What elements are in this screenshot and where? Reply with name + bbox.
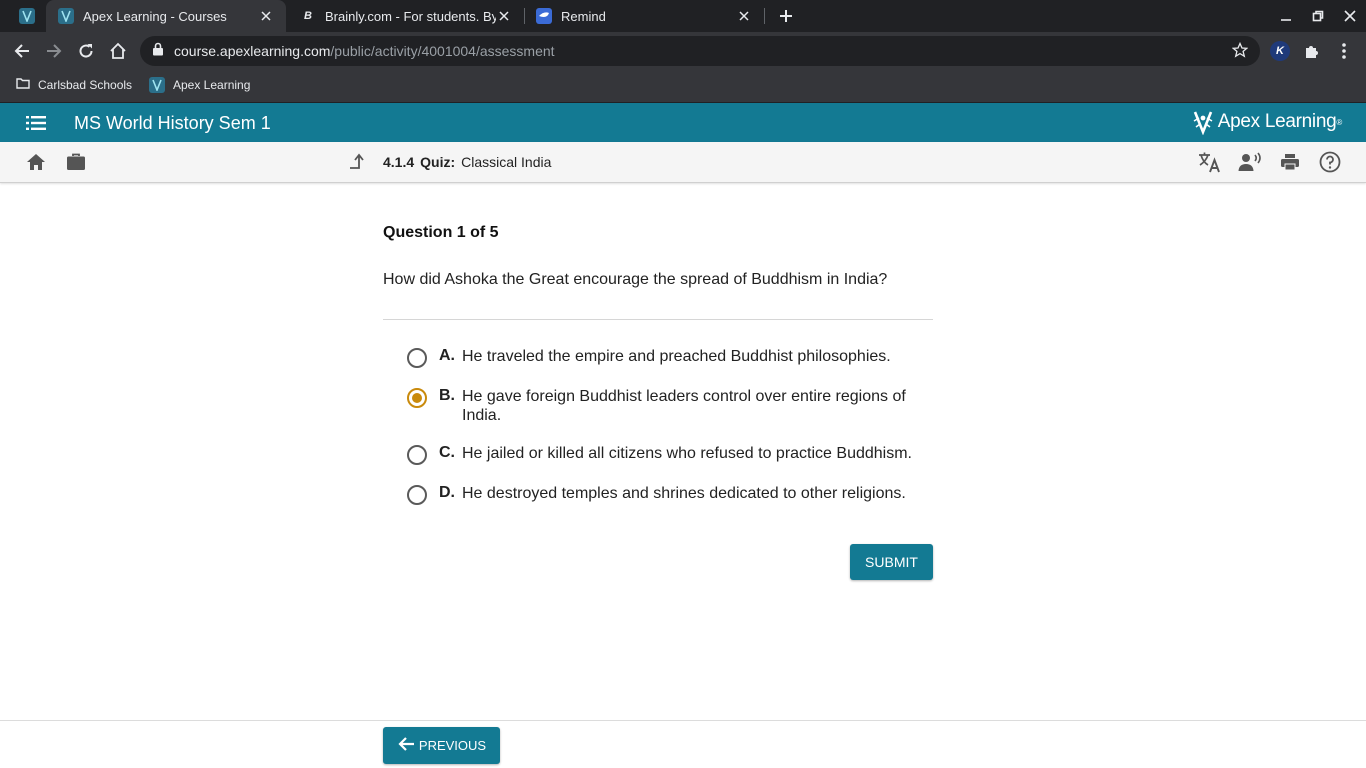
close-tab-icon[interactable] — [736, 8, 752, 24]
new-tab-button[interactable] — [774, 4, 798, 28]
logo-text: Apex Learning — [1217, 111, 1337, 132]
forward-button[interactable] — [38, 35, 70, 67]
restore-button[interactable] — [1302, 0, 1334, 32]
arrow-left-icon — [397, 736, 415, 755]
question-divider — [383, 319, 933, 320]
radio-button-selected[interactable] — [407, 388, 427, 408]
browser-toolbar: course.apexlearning.com/public/activity/… — [0, 32, 1366, 70]
apex-favicon-icon — [58, 8, 74, 24]
brainly-favicon-icon: B — [304, 10, 312, 22]
question-text: How did Ashoka the Great encourage the s… — [383, 271, 888, 288]
text-to-speech-icon[interactable] — [1238, 150, 1262, 174]
reload-button[interactable] — [70, 35, 102, 67]
bookmark-star-icon[interactable] — [1231, 41, 1249, 63]
apex-favicon-icon — [149, 77, 165, 93]
tab-brainly[interactable]: B Brainly.com - For students. By student… — [288, 0, 524, 32]
previous-button[interactable]: PREVIOUS — [383, 727, 500, 764]
apex-learning-logo: Apex Learning ® — [1192, 109, 1342, 135]
course-header: MS World History Sem 1 Apex Learning ® — [0, 103, 1366, 142]
choice-letter: D. — [439, 484, 455, 501]
translate-icon[interactable] — [1198, 150, 1222, 174]
bookmark-apex-learning[interactable]: Apex Learning — [149, 77, 250, 93]
pinned-tab[interactable] — [8, 0, 46, 32]
browser-tab-strip: Apex Learning - Courses B Brainly.com - … — [0, 0, 1366, 32]
choice-text: He destroyed temples and shrines dedicat… — [462, 485, 906, 502]
activity-type: Quiz: — [420, 154, 456, 170]
bookmarks-bar: Carlsbad Schools Apex Learning — [0, 70, 1366, 103]
close-window-button[interactable] — [1334, 0, 1366, 32]
radio-button[interactable] — [407, 485, 427, 505]
lock-icon — [152, 42, 164, 61]
choice-letter: A. — [439, 347, 455, 364]
back-button[interactable] — [6, 35, 38, 67]
address-bar[interactable]: course.apexlearning.com/public/activity/… — [140, 36, 1260, 66]
logo-registered-mark: ® — [1336, 117, 1342, 127]
help-icon[interactable] — [1318, 150, 1342, 174]
remind-favicon-icon — [536, 8, 552, 24]
extensions-puzzle-icon[interactable] — [1296, 35, 1328, 67]
quiz-footer: PREVIOUS — [0, 720, 1366, 768]
apex-favicon-icon — [19, 8, 35, 24]
answer-choice-c[interactable]: C. He jailed or killed all citizens who … — [407, 444, 927, 465]
previous-label: PREVIOUS — [418, 738, 487, 753]
tab-title: Remind — [561, 8, 606, 24]
home-icon[interactable] — [24, 150, 48, 174]
answer-choice-b[interactable]: B. He gave foreign Buddhist leaders cont… — [407, 387, 927, 425]
submit-button[interactable]: SUBMIT — [850, 544, 933, 580]
radio-button[interactable] — [407, 348, 427, 368]
home-button[interactable] — [102, 35, 134, 67]
up-arrow-icon[interactable] — [346, 150, 370, 174]
profile-avatar[interactable]: K — [1270, 41, 1290, 61]
tab-remind[interactable]: Remind — [524, 0, 764, 32]
choice-text: He gave foreign Buddhist leaders control… — [462, 388, 906, 424]
url-path: /public/activity/4001004/assessment — [330, 43, 555, 59]
question-counter: Question 1 of 5 — [383, 224, 499, 241]
minimize-button[interactable] — [1270, 0, 1302, 32]
tab-separator — [764, 8, 765, 24]
course-title: MS World History Sem 1 — [74, 113, 271, 133]
activity-title: Classical India — [461, 154, 552, 170]
bookmark-label: Apex Learning — [173, 78, 251, 92]
apex-logo-icon — [1193, 111, 1213, 135]
url-text: course.apexlearning.com/public/activity/… — [174, 43, 555, 59]
bookmark-label: Carlsbad Schools — [38, 77, 133, 92]
tab-title: Brainly.com - For students. By students. — [325, 8, 496, 24]
radio-button[interactable] — [407, 445, 427, 465]
choice-text: He traveled the empire and preached Budd… — [462, 348, 891, 365]
close-tab-icon[interactable] — [496, 8, 512, 24]
choice-text: He jailed or killed all citizens who ref… — [462, 445, 912, 462]
breadcrumb: 4.1.4 Quiz: Classical India — [383, 154, 551, 170]
answer-choice-a[interactable]: A. He traveled the empire and preached B… — [407, 347, 927, 368]
url-domain: course.apexlearning.com — [174, 43, 331, 59]
tab-apex-learning[interactable]: Apex Learning - Courses — [46, 0, 286, 32]
browser-menu-icon[interactable] — [1328, 35, 1360, 67]
folder-icon — [16, 77, 30, 92]
answer-choice-d[interactable]: D. He destroyed temples and shrines dedi… — [407, 484, 927, 505]
close-tab-icon[interactable] — [258, 8, 274, 24]
activity-toolbar: 4.1.4 Quiz: Classical India — [0, 142, 1366, 183]
briefcase-icon[interactable] — [64, 150, 88, 174]
choice-letter: C. — [439, 444, 455, 461]
choice-letter: B. — [439, 387, 455, 404]
tab-title: Apex Learning - Courses — [83, 8, 227, 24]
print-icon[interactable] — [1278, 150, 1302, 174]
menu-list-icon[interactable] — [24, 111, 48, 135]
bookmark-carlsbad-schools[interactable]: Carlsbad Schools — [16, 77, 132, 92]
activity-number: 4.1.4 — [383, 154, 415, 170]
